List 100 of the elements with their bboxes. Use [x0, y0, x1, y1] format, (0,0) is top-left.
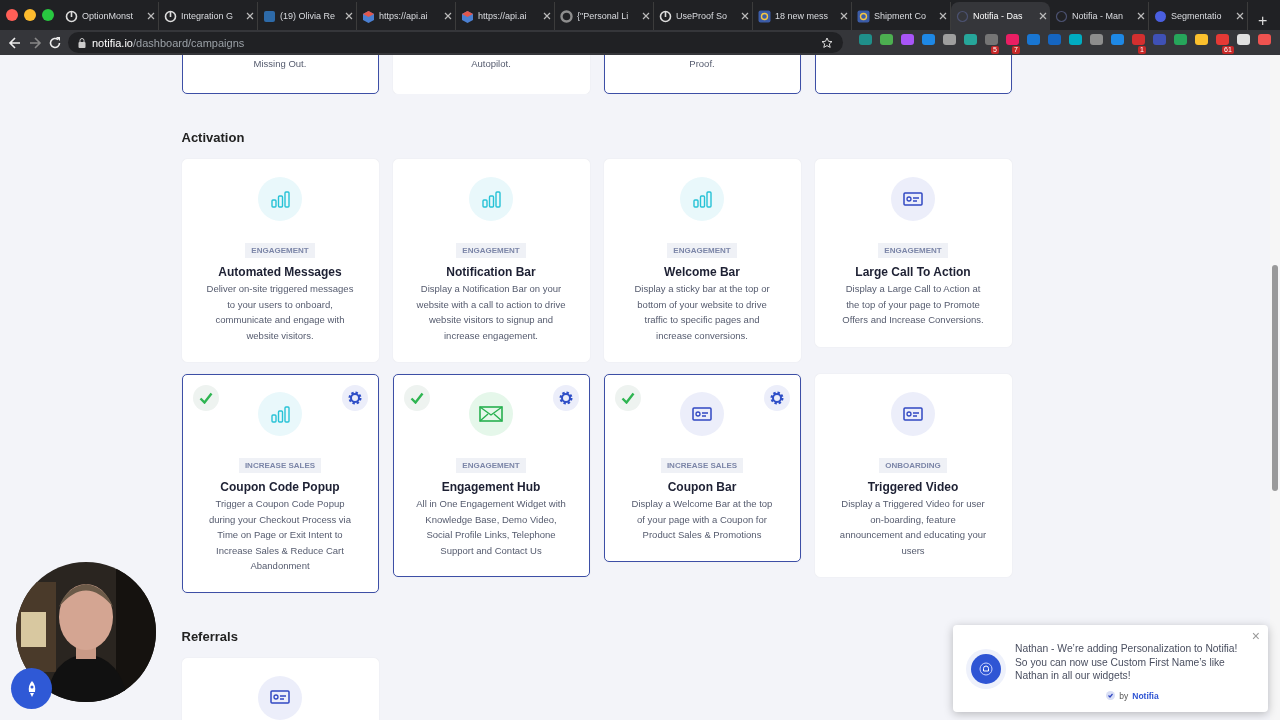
- settings-button[interactable]: [552, 385, 579, 411]
- lock-icon: [78, 37, 86, 48]
- notification-message: Nathan - We’re adding Personalization to Notifia! So you can now use Custom First Name’s like Nathan in all our widgets!: [1015, 642, 1239, 683]
- close-window-button[interactable]: [6, 9, 18, 21]
- back-icon: [8, 35, 22, 50]
- campaign-card[interactable]: Autopilot.: [392, 55, 590, 94]
- card-description: Display a Large Call to Action at the top of your page to Promote Offers and Increase Conversions.: [841, 282, 985, 327]
- close-icon: [642, 12, 650, 20]
- campaign-card[interactable]: ENGAGEMENT Engagement Hub All in One Engagement Widget with Knowledge Base, Demo Video, Social Profile Links, Telephone Support and Contact Us: [392, 374, 590, 577]
- circle-icon: [1154, 9, 1167, 23]
- extension-icon[interactable]: [1069, 33, 1082, 45]
- id-card-icon: [692, 405, 712, 423]
- close-icon: [741, 12, 749, 20]
- card-title: Triggered Video: [867, 480, 959, 494]
- close-icon: [939, 12, 947, 20]
- campaign-card[interactable]: ENGAGEMENT Welcome Bar Display a sticky bar at the top or bottom of your website to drive traffic to specific pages and increase conversions.: [603, 159, 801, 362]
- card-description: Missing Out.: [252, 56, 308, 71]
- url-host: notifia.io: [92, 36, 133, 49]
- campaign-card[interactable]: Missing Out.: [181, 55, 379, 94]
- check-icon: [409, 392, 424, 404]
- cube-icon: [362, 9, 375, 23]
- id-card-icon: [903, 190, 923, 208]
- zoom-window-button[interactable]: [42, 9, 54, 21]
- close-icon: [246, 12, 254, 20]
- check-icon: [198, 392, 213, 404]
- extension-icon[interactable]: [943, 33, 956, 45]
- circle-icon: [956, 9, 969, 23]
- address-bar[interactable]: notifia.io/dashboard/campaigns: [68, 32, 843, 53]
- campaign-card[interactable]: ENGAGEMENT Automated Messages Deliver on-site triggered messages to your users to onboard, communicate and engage with website visitors.: [181, 159, 379, 362]
- at-sign-icon: [758, 9, 771, 23]
- extension-icon[interactable]: [964, 33, 977, 45]
- square-icon: [263, 9, 276, 23]
- card-description: Proof.: [688, 56, 716, 71]
- at-sign-icon: [857, 9, 870, 23]
- power-icon: [164, 9, 177, 23]
- section-heading: Activation: [181, 130, 246, 145]
- bar-chart-icon: [270, 190, 290, 208]
- campaign-card[interactable]: ONBOARDING Triggered Video Display a Triggered Video for user on-boarding, feature announcement and educating your users: [814, 374, 1012, 577]
- settings-icon: [557, 390, 574, 406]
- cube-icon: [461, 9, 474, 23]
- close-icon: [444, 12, 452, 20]
- extension-icon[interactable]: [1090, 33, 1103, 45]
- category-tag: INCREASE SALES: [660, 458, 744, 473]
- category-tag: ENGAGEMENT: [667, 243, 737, 258]
- settings-button[interactable]: [763, 385, 790, 411]
- category-tag: ENGAGEMENT: [245, 243, 315, 258]
- card-description: Display a Welcome Bar at the top of your page with a Coupon for Product Sales & Promotions: [630, 497, 774, 542]
- scrollbar-thumb[interactable]: [1272, 265, 1278, 491]
- card-title: Engagement Hub: [441, 480, 541, 494]
- campaign-card[interactable]: ENGAGEMENT Large Call To Action Display a Large Call to Action at the top of your page to Promote Offers and Increase Conversions.: [814, 159, 1012, 347]
- id-card-icon: [270, 689, 290, 706]
- campaign-card[interactable]: INCREASE SALES Coupon Bar Display a Welcome Bar at the top of your page with a Coupon for Product Sales & Promotions: [603, 374, 801, 562]
- circle-icon: [1055, 9, 1068, 23]
- category-tag: INCREASE SALES: [238, 458, 322, 473]
- id-card-icon: [903, 405, 923, 423]
- card-title: Automated Messages: [218, 265, 342, 279]
- close-icon: [543, 12, 551, 20]
- campaign-card[interactable]: Proof.: [603, 55, 801, 94]
- campaign-card[interactable]: ENGAGEMENT Notification Bar Display a Notification Bar on your website with a call to action to drive website visitors to signup and increase engagement.: [392, 159, 590, 362]
- settings-button[interactable]: [341, 385, 368, 411]
- extension-icon[interactable]: [880, 33, 893, 45]
- card-description: Autopilot.: [470, 56, 512, 71]
- bar-chart-icon: [270, 405, 290, 423]
- category-tag: ENGAGEMENT: [878, 243, 948, 258]
- close-icon: [840, 12, 848, 20]
- category-tag: ENGAGEMENT: [456, 458, 526, 473]
- card-title: Coupon Bar: [667, 480, 737, 494]
- campaign-card[interactable]: INCREASE SALES Coupon Code Popup Trigger a Coupon Code Popup during your Checkout Process via Time on Page or Exit Intent to Increase Sales & Reduce Cart Abandonment: [181, 374, 379, 593]
- section-heading: Referrals: [181, 628, 239, 644]
- settings-icon: [346, 390, 363, 406]
- category-tag: ENGAGEMENT: [456, 243, 526, 258]
- envelope-icon: [479, 405, 503, 423]
- card-description: Trigger a Coupon Code Popup during your Checkout Process via Time on Page or Exit Intent to Increase Sales & Reduce Cart Abandonment: [207, 497, 352, 573]
- card-description: Display a Notification Bar on your website with a call to action to drive website visitors to signup and increase engagement.: [416, 282, 566, 343]
- verified-icon: [1106, 691, 1116, 701]
- power-icon: [65, 9, 78, 23]
- launcher-button[interactable]: [11, 668, 52, 709]
- settings-icon: [768, 390, 785, 406]
- minimize-window-button[interactable]: [24, 9, 36, 21]
- card-description: Display a sticky bar at the top or bottom of your website to drive traffic to specific pages and increase conversions.: [633, 282, 771, 343]
- extension-icon[interactable]: [1195, 33, 1208, 45]
- card-title: Notification Bar: [446, 265, 536, 279]
- close-icon: [1039, 12, 1047, 20]
- card-description: Display a Triggered Video for user on-boarding, feature announcement and educating your users: [838, 497, 988, 558]
- card-description: Deliver on-site triggered messages to your users to onboard, communicate and engage with website visitors.: [205, 282, 355, 343]
- new-tab-button[interactable]: +: [1254, 12, 1272, 30]
- close-icon: [1137, 12, 1145, 20]
- card-title: Welcome Bar: [664, 265, 740, 279]
- url-path: /dashboard/campaigns: [133, 36, 245, 49]
- browser-tab[interactable]: Notifia - Das: [951, 2, 1050, 30]
- reload-icon: [48, 35, 62, 50]
- forward-icon: [28, 35, 42, 50]
- extension-icon[interactable]: [1237, 33, 1250, 45]
- close-icon: [1236, 12, 1244, 20]
- credit-label: by: [1119, 690, 1129, 701]
- check-icon: [620, 392, 635, 404]
- extension-icon[interactable]: [1174, 33, 1187, 45]
- card-title: Coupon Code Popup: [220, 480, 340, 494]
- brand-link[interactable]: Notifia: [1132, 690, 1159, 701]
- ring-icon: [560, 9, 573, 23]
